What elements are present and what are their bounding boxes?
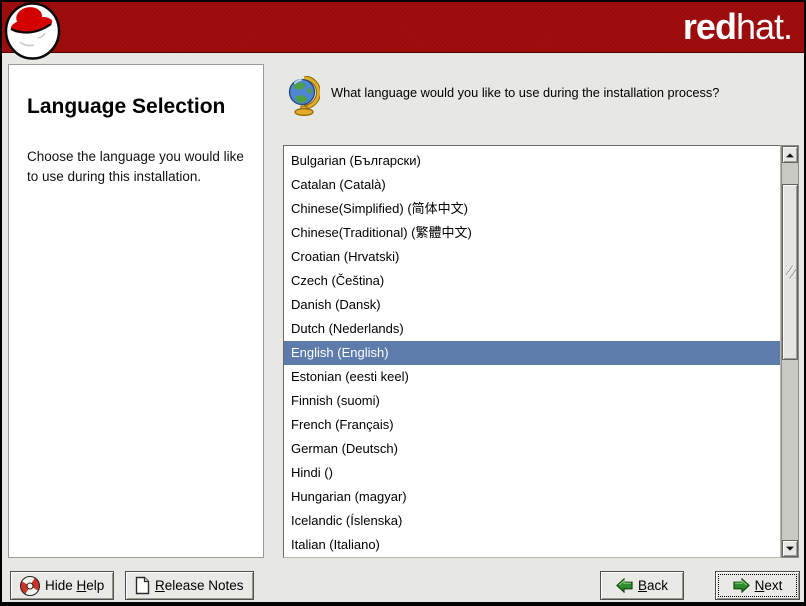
page-title: Language Selection — [27, 95, 245, 119]
list-item[interactable]: Croatian (Hrvatski) — [284, 245, 780, 269]
arrow-left-icon — [616, 578, 633, 593]
triangle-up-icon — [786, 149, 794, 157]
redhat-shadowman-logo-icon — [4, 2, 61, 60]
list-item[interactable]: Italian (Italiano) — [284, 533, 780, 557]
brand-hat: hat — [736, 6, 783, 47]
header-banner: redhat. — [2, 2, 804, 53]
thumb-grip — [786, 266, 796, 279]
language-list[interactable]: Bulgarian (Български)Catalan (Català)Chi… — [283, 145, 781, 558]
list-item[interactable]: Icelandic (Íslenska) — [284, 509, 780, 533]
hide-help-button[interactable]: Hide Help — [10, 571, 114, 600]
redhat-wordmark: redhat. — [683, 5, 792, 49]
list-item[interactable]: Hungarian (magyar) — [284, 485, 780, 509]
question-row: What language would you like to use duri… — [288, 76, 719, 116]
list-item[interactable]: Dutch (Nederlands) — [284, 317, 780, 341]
list-item[interactable]: Hindi () — [284, 461, 780, 485]
help-text: Choose the language you would like to us… — [27, 147, 255, 188]
list-item[interactable]: Catalan (Català) — [284, 173, 780, 197]
list-item[interactable]: Estonian (eesti keel) — [284, 365, 780, 389]
back-button[interactable]: Back — [600, 571, 684, 600]
list-item[interactable]: German (Deutsch) — [284, 437, 780, 461]
list-item[interactable]: Bulgarian (Български) — [284, 149, 780, 173]
language-list-scrollbar[interactable] — [781, 145, 799, 558]
list-item[interactable]: Czech (Čeština) — [284, 269, 780, 293]
help-panel: Language Selection Choose the language y… — [8, 64, 264, 558]
next-button[interactable]: Next — [715, 571, 800, 600]
back-label: Back — [638, 578, 668, 593]
list-item[interactable]: Danish (Dansk) — [284, 293, 780, 317]
list-item[interactable]: Finnish (suomi) — [284, 389, 780, 413]
release-notes-button[interactable]: Release Notes — [125, 571, 254, 600]
scroll-down-button[interactable] — [782, 540, 798, 557]
next-label: Next — [755, 578, 783, 593]
hide-help-label: Hide Help — [45, 578, 104, 593]
brand-dot: . — [783, 6, 792, 47]
list-item[interactable]: Chinese(Simplified) (简体中文) — [284, 197, 780, 221]
help-lifering-icon — [20, 576, 40, 596]
question-text: What language would you like to use duri… — [331, 83, 719, 102]
triangle-down-icon — [786, 546, 794, 554]
globe-icon — [288, 76, 320, 116]
list-item[interactable]: Chinese(Traditional) (繁體中文) — [284, 221, 780, 245]
brand-red: red — [683, 6, 736, 47]
list-item[interactable]: French (Français) — [284, 413, 780, 437]
installer-window: redhat. Language Selection Choose the la… — [0, 0, 806, 606]
document-icon — [135, 576, 150, 595]
arrow-right-icon — [733, 578, 750, 593]
list-item-selected[interactable]: English (English) — [284, 341, 780, 365]
scroll-up-button[interactable] — [782, 146, 798, 163]
release-notes-label: Release Notes — [155, 578, 244, 593]
scrollbar-thumb[interactable] — [782, 184, 798, 360]
